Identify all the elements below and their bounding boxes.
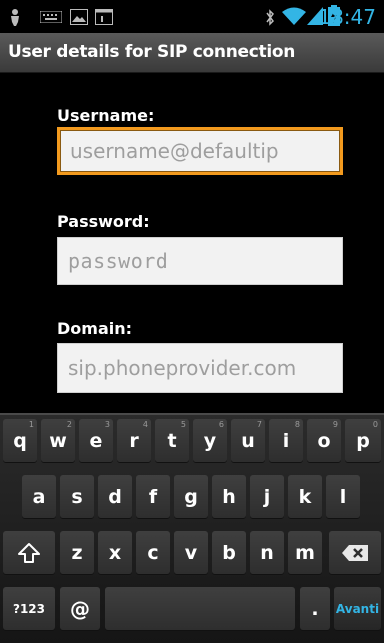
key-p[interactable]: p0 (345, 419, 381, 462)
bluetooth-icon (266, 9, 274, 26)
clock: 18:47 (318, 5, 376, 29)
key-i[interactable]: i8 (269, 419, 303, 462)
person-icon (11, 9, 19, 26)
key-l[interactable]: l (326, 475, 360, 518)
at-key[interactable]: @ (60, 587, 100, 630)
password-label: Password: (57, 212, 150, 231)
window-icon (95, 9, 113, 25)
next-key[interactable]: Avanti (334, 587, 381, 630)
key-r[interactable]: r4 (117, 419, 151, 462)
page-title: User details for SIP connection (8, 42, 296, 62)
image-icon (70, 9, 88, 25)
key-d[interactable]: d (98, 475, 132, 518)
key-m[interactable]: m (288, 531, 322, 574)
key-a[interactable]: a (22, 475, 56, 518)
username-label: Username: (57, 106, 155, 125)
key-v[interactable]: v (174, 531, 208, 574)
username-placeholder: username@defaultip (70, 139, 279, 163)
key-h[interactable]: h (212, 475, 246, 518)
key-y[interactable]: y6 (193, 419, 227, 462)
period-key[interactable]: . (300, 587, 330, 630)
password-field[interactable]: password (57, 237, 343, 285)
key-q[interactable]: q1 (3, 419, 37, 462)
key-s[interactable]: s (60, 475, 94, 518)
key-j[interactable]: j (250, 475, 284, 518)
key-c[interactable]: c (136, 531, 170, 574)
key-n[interactable]: n (250, 531, 284, 574)
key-f[interactable]: f (136, 475, 170, 518)
domain-label: Domain: (57, 319, 133, 338)
key-b[interactable]: b (212, 531, 246, 574)
domain-placeholder: sip.phoneprovider.com (68, 356, 297, 380)
space-key[interactable] (105, 587, 295, 630)
shift-icon (18, 542, 40, 563)
key-u[interactable]: u7 (231, 419, 265, 462)
key-e[interactable]: e3 (79, 419, 113, 462)
key-g[interactable]: g (174, 475, 208, 518)
key-z[interactable]: z (60, 531, 94, 574)
soft-keyboard: q1 w2 e3 r4 t5 y6 u7 i8 o9 p0 a s d f g … (0, 413, 384, 643)
key-o[interactable]: o9 (307, 419, 341, 462)
backspace-icon (342, 544, 368, 561)
username-field[interactable]: username@defaultip (57, 127, 343, 175)
backspace-key[interactable] (329, 531, 381, 574)
symbols-key[interactable]: ?123 (3, 587, 55, 630)
key-x[interactable]: x (98, 531, 132, 574)
wifi-icon (282, 7, 306, 25)
key-w[interactable]: w2 (41, 419, 75, 462)
title-bar: User details for SIP connection (0, 33, 384, 73)
shift-key[interactable] (3, 531, 55, 574)
key-t[interactable]: t5 (155, 419, 189, 462)
password-placeholder: password (68, 249, 169, 273)
keyboard-icon (40, 11, 62, 23)
domain-field[interactable]: sip.phoneprovider.com (57, 343, 343, 393)
key-k[interactable]: k (288, 475, 322, 518)
status-bar: 18:47 (0, 0, 384, 33)
